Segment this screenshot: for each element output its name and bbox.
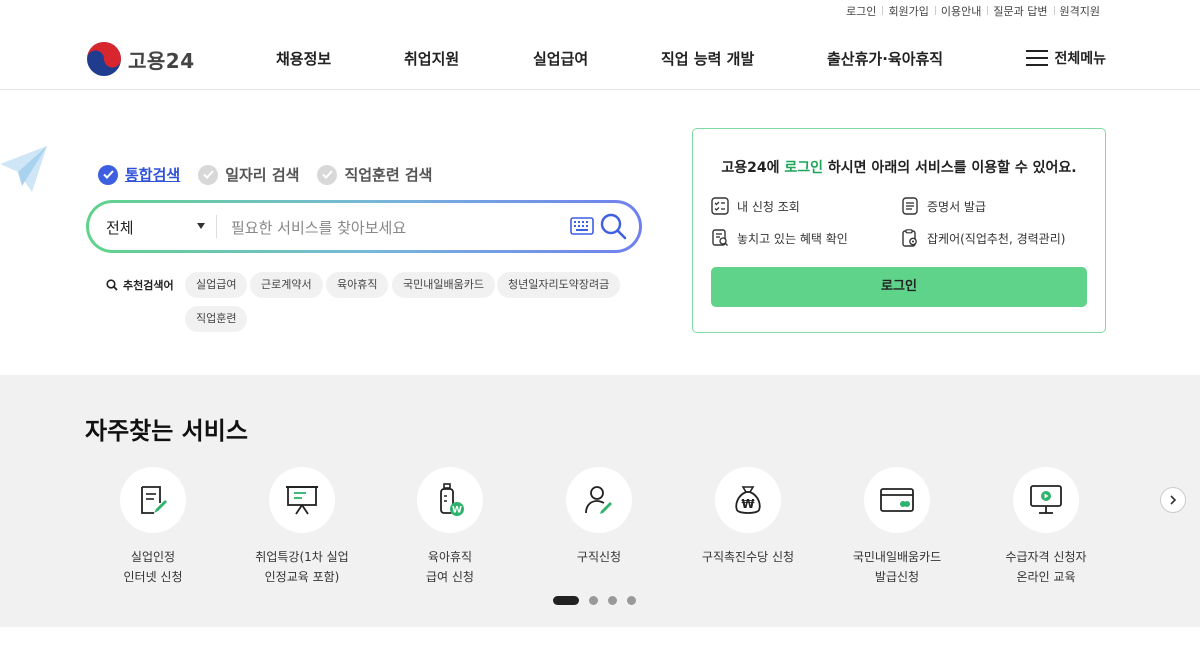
search-tabs: 통합검색 일자리 검색 직업훈련 검색 xyxy=(98,164,450,185)
category-select[interactable]: 전체 xyxy=(106,217,134,238)
divider xyxy=(216,215,217,238)
pagination-dot-1[interactable] xyxy=(553,596,579,605)
hamburger-icon xyxy=(1026,50,1049,66)
tab-label: 일자리 검색 xyxy=(225,166,300,184)
frequent-services: 자주찾는 서비스 실업인정인터넷 신청 취업특강(1차 실업인정교육 포함) xyxy=(0,375,1200,627)
recommended-label: 추천검색어 xyxy=(106,277,174,293)
service-learning-card[interactable]: 국민내일배움카드 발급신청 xyxy=(822,467,972,587)
search-box: 전체 필요한 서비스를 찾아보세요 xyxy=(86,200,642,253)
caret-down-icon[interactable] xyxy=(197,223,205,229)
keyword-chip[interactable]: 국민내일배움카드 xyxy=(392,272,495,298)
paper-plane-icon xyxy=(0,146,47,192)
money-bag-icon: ₩ xyxy=(735,486,761,514)
taeguk-logo-icon xyxy=(87,42,121,76)
logo-text: 고용24 xyxy=(128,48,195,73)
certificate-item[interactable]: 증명서 발급 xyxy=(901,197,986,215)
qna-link[interactable]: 질문과 답변 xyxy=(987,3,1053,19)
nav-item-unemployment-benefit[interactable]: 실업급여 xyxy=(533,48,588,69)
service-job-application[interactable]: 구직신청 xyxy=(524,467,674,567)
login-panel: 고용24에 로그인 하시면 아래의 서비스를 이용할 수 있어요. 내 신청 조… xyxy=(692,128,1106,333)
svg-text:₩: ₩ xyxy=(741,497,755,511)
tab-training-search[interactable]: 직업훈련 검색 xyxy=(317,164,432,185)
search-icon[interactable] xyxy=(599,212,627,240)
next-slide-button[interactable] xyxy=(1160,487,1186,513)
tab-label: 통합검색 xyxy=(125,166,181,184)
check-icon xyxy=(98,164,118,185)
keyboard-icon[interactable] xyxy=(570,217,594,235)
svg-text:W: W xyxy=(452,506,462,516)
chevron-right-icon xyxy=(1170,495,1177,505)
certificate-icon xyxy=(902,197,918,215)
service-unemployment-recognition[interactable]: 실업인정 인터넷 신청 xyxy=(78,467,228,587)
baby-bottle-icon: W xyxy=(440,483,464,516)
service-parental-leave-benefit[interactable]: W 육아휴직 급여 신청 xyxy=(375,467,525,587)
person-pen-icon xyxy=(585,486,612,514)
keyword-chip[interactable]: 직업훈련 xyxy=(185,306,248,332)
card-icon xyxy=(880,488,914,512)
login-link[interactable]: 로그인 xyxy=(840,3,882,19)
lecture-board-icon xyxy=(286,486,318,515)
keyword-chip[interactable]: 청년일자리도약장려금 xyxy=(497,272,621,298)
section-title: 자주찾는 서비스 xyxy=(85,417,248,445)
pagination-dot-2[interactable] xyxy=(589,596,598,605)
remote-support-link[interactable]: 원격지원 xyxy=(1053,3,1106,19)
tab-integrated-search[interactable]: 통합검색 xyxy=(98,164,180,185)
keyword-chip[interactable]: 실업급여 xyxy=(185,272,248,298)
pagination-dot-3[interactable] xyxy=(608,596,617,605)
nav-item-parental-leave[interactable]: 출산휴가·육아휴직 xyxy=(827,48,943,69)
document-pen-icon xyxy=(141,486,167,514)
search-icon xyxy=(106,279,118,291)
service-online-education[interactable]: 수급자격 신청자 온라인 교육 xyxy=(971,467,1121,587)
all-menu-label: 전체메뉴 xyxy=(1054,51,1106,67)
nav-item-employment-support[interactable]: 취업지원 xyxy=(404,48,459,69)
signup-link[interactable]: 회원가입 xyxy=(882,3,934,19)
tab-job-search[interactable]: 일자리 검색 xyxy=(198,164,299,185)
keyword-chip[interactable]: 육아휴직 xyxy=(326,272,389,298)
checklist-icon xyxy=(711,197,729,215)
login-button[interactable]: 로그인 xyxy=(711,267,1087,307)
guide-link[interactable]: 이용안내 xyxy=(934,3,987,19)
logo[interactable]: 고용24 xyxy=(86,41,195,77)
keyword-chip[interactable]: 근로계약서 xyxy=(250,272,323,298)
document-search-icon xyxy=(712,229,728,246)
service-job-seeking-allowance[interactable]: ₩ 구직촉진수당 신청 xyxy=(673,467,823,567)
check-icon xyxy=(198,164,219,185)
pagination-dot-4[interactable] xyxy=(627,596,636,605)
service-job-lecture[interactable]: 취업특강(1차 실업 인정교육 포함) xyxy=(227,467,377,587)
all-menu-button[interactable]: 전체메뉴 xyxy=(1026,48,1106,68)
nav-item-vocational-training[interactable]: 직업 능력 개발 xyxy=(661,48,754,69)
my-applications-item[interactable]: 내 신청 조회 xyxy=(711,197,800,215)
monitor-play-icon xyxy=(1030,485,1062,514)
carousel-pagination xyxy=(553,596,646,605)
utility-links: 로그인 회원가입 이용안내 질문과 답변 원격지원 xyxy=(840,0,1106,22)
login-panel-title: 고용24에 로그인 하시면 아래의 서비스를 이용할 수 있어요. xyxy=(721,160,1077,176)
check-icon xyxy=(317,164,338,185)
tab-label: 직업훈련 검색 xyxy=(344,166,433,184)
clipboard-gear-icon xyxy=(902,229,917,247)
nav-item-jobs[interactable]: 채용정보 xyxy=(276,48,331,69)
search-input[interactable]: 필요한 서비스를 찾아보세요 xyxy=(231,217,406,238)
missed-benefits-item[interactable]: 놓치고 있는 혜택 확인 xyxy=(711,229,848,247)
header: 고용24 채용정보 취업지원 실업급여 직업 능력 개발 출산휴가·육아휴직 전… xyxy=(0,22,1200,90)
jobcare-item[interactable]: 잡케어(직업추천, 경력관리) xyxy=(901,229,1065,247)
